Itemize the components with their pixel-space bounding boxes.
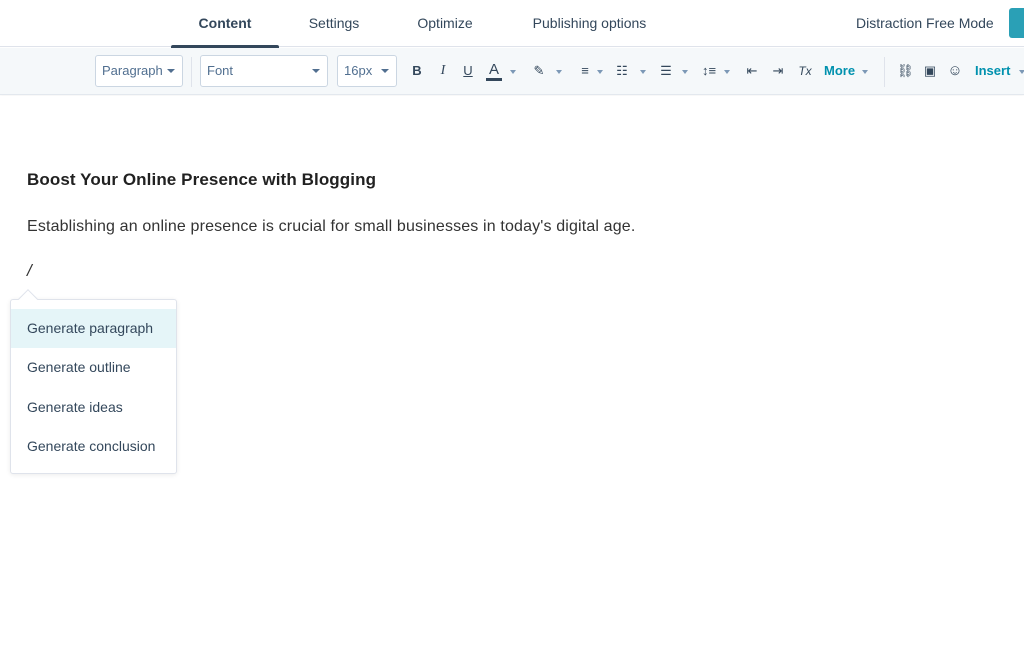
distraction-free-mode-button[interactable]: Distraction Free Mode bbox=[856, 0, 994, 47]
toolbar-divider bbox=[191, 57, 192, 87]
chevron-down-icon bbox=[167, 69, 175, 73]
clear-formatting-icon[interactable]: Tx bbox=[797, 60, 813, 82]
more-label: More bbox=[824, 63, 856, 78]
underline-icon[interactable]: U bbox=[461, 60, 475, 82]
chevron-down-icon[interactable] bbox=[862, 70, 868, 74]
italic-icon[interactable]: I bbox=[436, 60, 450, 82]
insert-menu-button[interactable]: Insert bbox=[975, 60, 1010, 82]
emoji-icon[interactable]: ☺ bbox=[947, 60, 963, 82]
chevron-down-icon[interactable] bbox=[724, 70, 730, 74]
link-icon[interactable]: ⛓ bbox=[897, 60, 914, 82]
ai-command-menu: Generate paragraph Generate outline Gene… bbox=[10, 289, 177, 474]
formatting-toolbar: Paragraph Font 16px B I U A ✎ ≡ ☷ ☰ ↕≡ ⇤… bbox=[0, 48, 1024, 95]
post-paragraph[interactable]: Establishing an online presence is cruci… bbox=[27, 218, 635, 236]
text-color-icon[interactable]: A bbox=[486, 60, 502, 81]
slash-command-text[interactable]: / bbox=[27, 261, 32, 281]
chevron-down-icon[interactable] bbox=[1019, 70, 1024, 74]
line-height-icon[interactable]: ↕≡ bbox=[700, 60, 718, 82]
top-nav-bar: Content Settings Optimize Publishing opt… bbox=[0, 0, 1024, 48]
font-size-select[interactable]: 16px bbox=[337, 55, 397, 87]
post-heading[interactable]: Boost Your Online Presence with Blogging bbox=[27, 170, 376, 190]
menu-item-generate-ideas[interactable]: Generate ideas bbox=[11, 388, 176, 427]
insert-label: Insert bbox=[975, 63, 1011, 78]
chevron-down-icon[interactable] bbox=[597, 70, 603, 74]
tab-optimize[interactable]: Optimize bbox=[408, 0, 482, 47]
font-family-value: Font bbox=[207, 63, 234, 78]
chevron-down-icon[interactable] bbox=[682, 70, 688, 74]
chevron-down-icon bbox=[381, 69, 389, 73]
chevron-down-icon[interactable] bbox=[640, 70, 646, 74]
tab-settings[interactable]: Settings bbox=[296, 0, 372, 47]
block-style-select[interactable]: Paragraph bbox=[95, 55, 183, 87]
indent-icon[interactable]: ⇥ bbox=[771, 60, 785, 82]
outdent-icon[interactable]: ⇤ bbox=[745, 60, 759, 82]
bulleted-list-icon[interactable]: ☷ bbox=[614, 60, 630, 82]
font-size-value: 16px bbox=[344, 63, 373, 78]
bold-icon[interactable]: B bbox=[410, 60, 424, 82]
menu-item-generate-paragraph[interactable]: Generate paragraph bbox=[11, 309, 176, 348]
tab-publishing-options[interactable]: Publishing options bbox=[522, 0, 657, 47]
highlight-icon[interactable]: ✎ bbox=[532, 60, 546, 82]
more-menu-button[interactable]: More bbox=[824, 60, 855, 82]
menu-item-generate-outline[interactable]: Generate outline bbox=[11, 348, 176, 387]
chevron-down-icon[interactable] bbox=[556, 70, 562, 74]
primary-action-button[interactable] bbox=[1009, 8, 1024, 38]
block-style-value: Paragraph bbox=[102, 63, 163, 78]
toolbar-divider bbox=[884, 57, 885, 87]
font-family-select[interactable]: Font bbox=[200, 55, 328, 87]
chevron-down-icon[interactable] bbox=[510, 70, 516, 74]
numbered-list-icon[interactable]: ☰ bbox=[658, 60, 674, 82]
menu-item-generate-conclusion[interactable]: Generate conclusion bbox=[11, 427, 176, 466]
tab-content[interactable]: Content bbox=[171, 0, 279, 48]
align-icon[interactable]: ≡ bbox=[578, 60, 592, 82]
image-icon[interactable]: ▣ bbox=[922, 60, 938, 82]
chevron-down-icon bbox=[312, 69, 320, 73]
